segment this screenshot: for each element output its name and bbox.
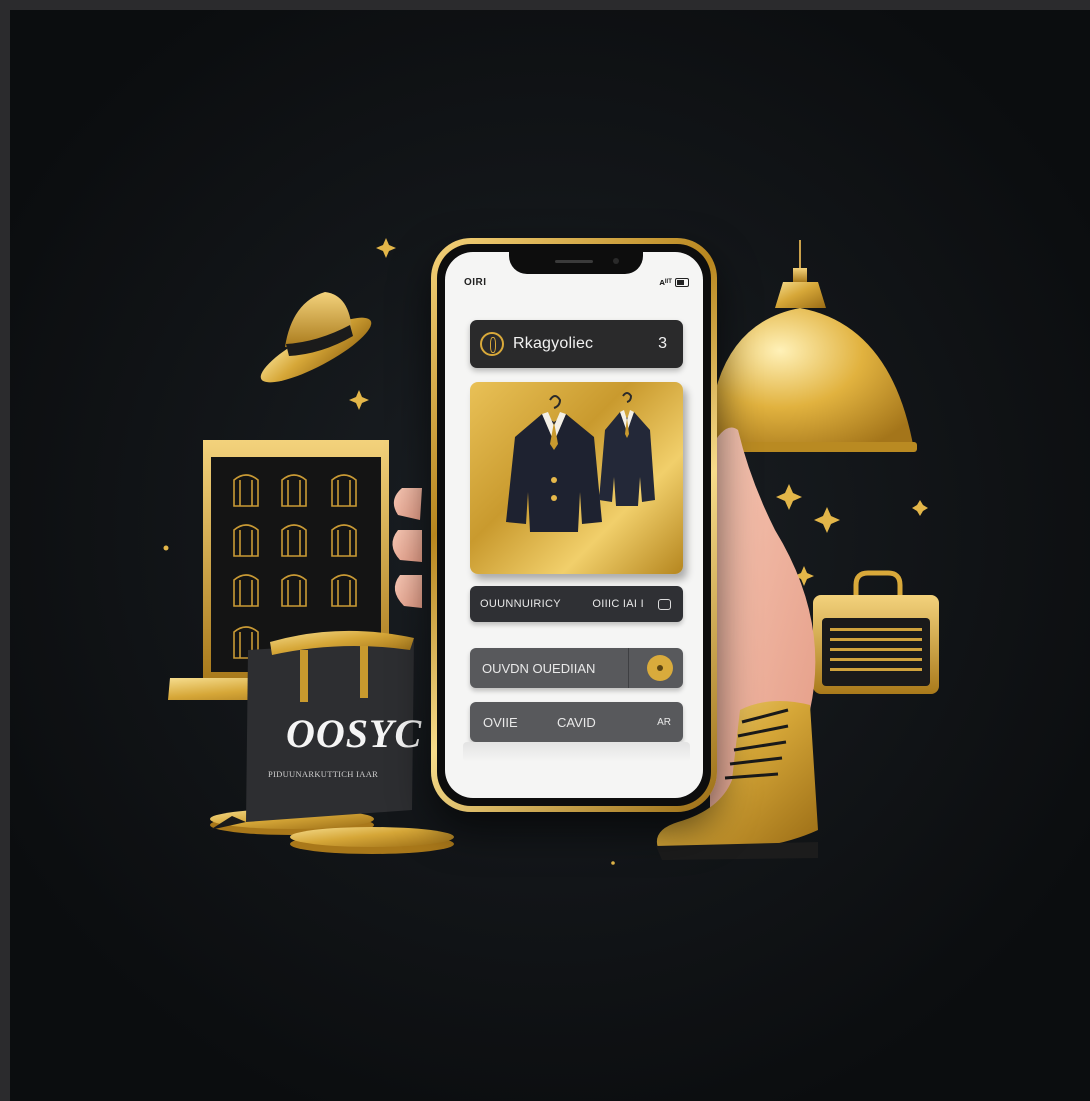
- fedora-hat-icon: [260, 292, 372, 383]
- option-label: OUVDN OUEDIIAN: [482, 660, 596, 676]
- speaker-grille: [555, 260, 593, 263]
- suit-jackets-icon: [506, 392, 655, 532]
- smartphone: OIRI ᴀᴵᴵᵀ Rkagyoliec 3 OUUNNUIRICY OIIIC…: [431, 238, 717, 812]
- front-camera: [613, 258, 619, 264]
- illustration-canvas: OOSYC PIDUUNARKUTTICH IAAR OIRI ᴀᴵᴵᵀ Rka…: [10, 10, 1090, 1101]
- toggle-icon[interactable]: [647, 655, 673, 681]
- hanger-logo-icon: [480, 332, 504, 356]
- phone-notch: [509, 252, 643, 274]
- summary-label: OUUNNUIRICY: [480, 598, 561, 610]
- action-right-label: AR: [657, 716, 671, 728]
- app-screen: OIRI ᴀᴵᴵᵀ Rkagyoliec 3 OUUNNUIRICY OIIIC…: [445, 252, 703, 798]
- option-row[interactable]: OUVDN OUEDIIAN: [470, 648, 683, 688]
- bag-headline: OOSYC: [286, 711, 423, 756]
- action-left-label: OVIIE: [483, 714, 518, 730]
- card-icon: [658, 598, 671, 610]
- battery-icon: [675, 277, 689, 287]
- bag-subline: PIDUUNARKUTTICH IAAR: [268, 769, 379, 779]
- briefcase-icon: [813, 570, 939, 694]
- action-center-label: CAVID: [557, 714, 596, 730]
- cart-count[interactable]: 3: [658, 335, 667, 353]
- status-indicators: ᴀᴵᴵᵀ: [660, 277, 689, 287]
- row-divider: [628, 648, 629, 688]
- large-suit-jacket: [506, 395, 602, 532]
- action-row[interactable]: OVIIE CAVID AR: [470, 702, 683, 742]
- bottom-shadow-bar: [463, 742, 690, 762]
- summary-value: OIIIC IAI I: [592, 598, 644, 610]
- pendant-lamp-icon: [705, 240, 917, 452]
- status-time: OIRI: [464, 277, 487, 288]
- small-suit-jacket: [599, 392, 655, 506]
- app-title: Rkagyoliec: [513, 335, 594, 352]
- summary-row[interactable]: OUUNNUIRICY OIIIC IAI I: [470, 586, 683, 622]
- product-card[interactable]: [470, 382, 683, 574]
- signal-label: ᴀᴵᴵᵀ: [659, 277, 672, 287]
- app-header-bar[interactable]: Rkagyoliec 3: [470, 320, 683, 368]
- phone-bezel: OIRI ᴀᴵᴵᵀ Rkagyoliec 3 OUUNNUIRICY OIIIC…: [437, 244, 711, 806]
